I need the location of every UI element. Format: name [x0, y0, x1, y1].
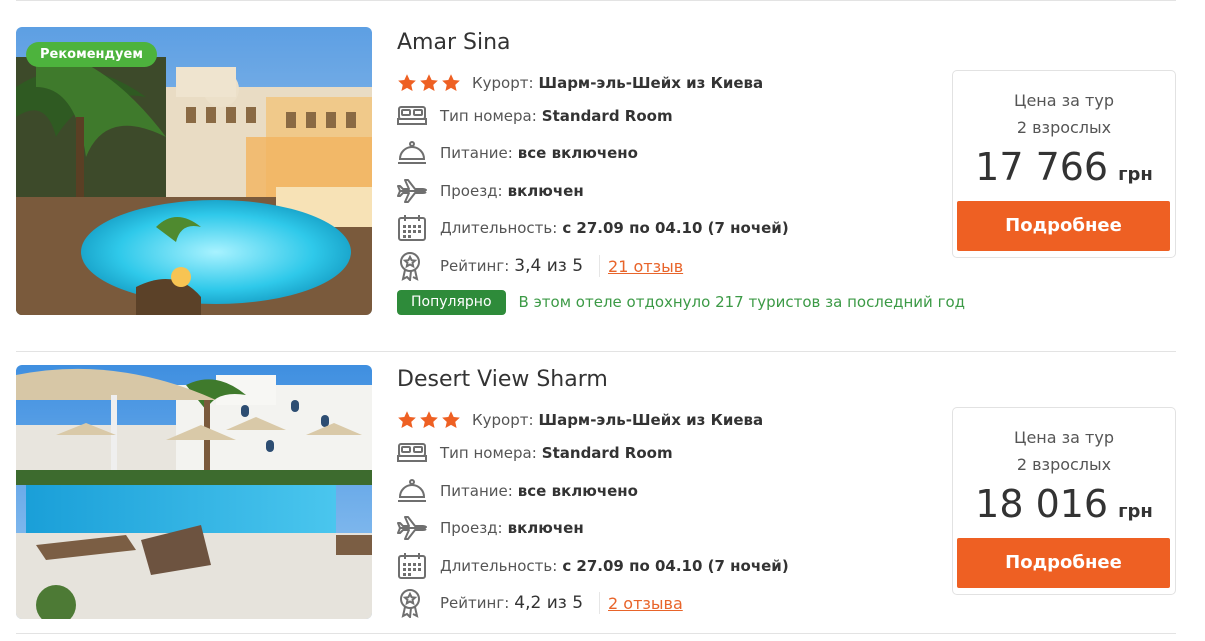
rating-row: Рейтинг: 4,2 из 5 2 отзыва: [397, 588, 683, 618]
hotel-name[interactable]: Amar Sina: [397, 28, 511, 58]
room-value: Standard Room: [541, 107, 673, 125]
resort-label: Курорт:: [472, 411, 534, 429]
transfer-row: Проезд: включен: [397, 513, 584, 543]
star-icon: [420, 411, 438, 428]
transfer-label: Проезд:: [440, 182, 503, 200]
popular-row: Популярно В этом отеле отдохнуло 217 тур…: [397, 290, 1059, 315]
popular-text: В этом отеле отдохнуло 217 туристов за п…: [518, 293, 965, 311]
duration-row: Длительность: с 27.09 по 04.10 (7 ночей): [397, 213, 789, 243]
price-box: Цена за тур 2 взрослых 18 016 грн Подробн…: [952, 407, 1176, 595]
price-label: Цена за тур 2 взрослых: [953, 87, 1175, 141]
hotel-card: Рекомендуем Amar Sina Курорт: Шарм-эль-Ш…: [0, 27, 1205, 347]
recommended-badge: Рекомендуем: [26, 42, 157, 67]
price-value: 17 766: [975, 145, 1109, 189]
calendar-icon: [397, 213, 429, 243]
room-row: Тип номера: Standard Room: [397, 438, 673, 468]
rating-row: Рейтинг: 3,4 из 5 21 отзыв: [397, 251, 683, 281]
star-icon: [442, 74, 460, 91]
rating-label: Рейтинг:: [440, 594, 510, 612]
reviews-link[interactable]: 21 отзыв: [608, 257, 683, 276]
rating-divider: [599, 255, 601, 277]
room-label: Тип номера:: [440, 107, 537, 125]
price-value: 18 016: [975, 482, 1109, 526]
price-label: Цена за тур 2 взрослых: [953, 424, 1175, 478]
hotel-card: Desert View Sharm Курорт: Шарм-эль-Шейх …: [0, 365, 1205, 641]
hotel-photo[interactable]: [16, 27, 372, 315]
meal-row: Питание: все включено: [397, 138, 638, 168]
currency: грн: [1118, 501, 1153, 522]
rating-value: 4,2 из 5: [514, 593, 584, 613]
star-icon: [398, 74, 416, 91]
price-label-line-2: 2 взрослых: [1016, 118, 1112, 137]
resort-value: Шарм-эль-Шейх из Киева: [538, 411, 764, 429]
details-button[interactable]: Подробнее: [957, 201, 1170, 251]
resort-label: Курорт:: [472, 74, 534, 92]
price-box: Цена за тур 2 взрослых 17 766 грн Подробн…: [952, 70, 1176, 258]
calendar-icon: [397, 551, 429, 581]
transfer-row: Проезд: включен: [397, 176, 584, 206]
reviews-link[interactable]: 2 отзыва: [608, 594, 683, 613]
room-value: Standard Room: [541, 444, 673, 462]
duration-label: Длительность:: [440, 219, 558, 237]
price-label-line-2: 2 взрослых: [1016, 455, 1112, 474]
cloche-icon: [397, 476, 429, 506]
duration-value: с 27.09 по 04.10 (7 ночей): [562, 557, 789, 575]
top-divider: [16, 0, 1176, 1]
rating-value: 3,4 из 5: [514, 256, 584, 276]
meal-label: Питание:: [440, 482, 513, 500]
hotel-photo[interactable]: [16, 365, 372, 619]
bed-icon: [397, 101, 429, 131]
card-divider: [16, 633, 1176, 634]
star-rating: [397, 410, 463, 430]
resort-row: Курорт: Шарм-эль-Шейх из Киева: [397, 68, 763, 98]
resort-value: Шарм-эль-Шейх из Киева: [538, 74, 764, 92]
meal-label: Питание:: [440, 144, 513, 162]
price-label-line-1: Цена за тур: [1014, 428, 1114, 447]
transfer-value: включен: [507, 519, 584, 537]
room-label: Тип номера:: [440, 444, 537, 462]
star-icon: [398, 411, 416, 428]
meal-value: все включено: [517, 144, 638, 162]
award-badge-icon: [397, 588, 429, 618]
star-rating: [397, 73, 463, 93]
bed-icon: [397, 438, 429, 468]
meal-row: Питание: все включено: [397, 476, 638, 506]
currency: грн: [1118, 164, 1153, 185]
details-button[interactable]: Подробнее: [957, 538, 1170, 588]
hotel-name[interactable]: Desert View Sharm: [397, 365, 608, 395]
airplane-icon: [397, 513, 429, 543]
transfer-label: Проезд:: [440, 519, 503, 537]
airplane-icon: [397, 176, 429, 206]
duration-row: Длительность: с 27.09 по 04.10 (7 ночей): [397, 551, 789, 581]
rating-divider: [599, 592, 601, 614]
duration-value: с 27.09 по 04.10 (7 ночей): [562, 219, 789, 237]
card-divider: [16, 351, 1176, 352]
rating-label: Рейтинг:: [440, 257, 510, 275]
popular-badge: Популярно: [397, 290, 506, 315]
transfer-value: включен: [507, 182, 584, 200]
resort-row: Курорт: Шарм-эль-Шейх из Киева: [397, 405, 763, 435]
cloche-icon: [397, 138, 429, 168]
meal-value: все включено: [517, 482, 638, 500]
price: 17 766 грн: [953, 143, 1175, 199]
duration-label: Длительность:: [440, 557, 558, 575]
price: 18 016 грн: [953, 480, 1175, 536]
award-badge-icon: [397, 251, 429, 281]
star-icon: [420, 74, 438, 91]
room-row: Тип номера: Standard Room: [397, 101, 673, 131]
price-label-line-1: Цена за тур: [1014, 91, 1114, 110]
star-icon: [442, 411, 460, 428]
